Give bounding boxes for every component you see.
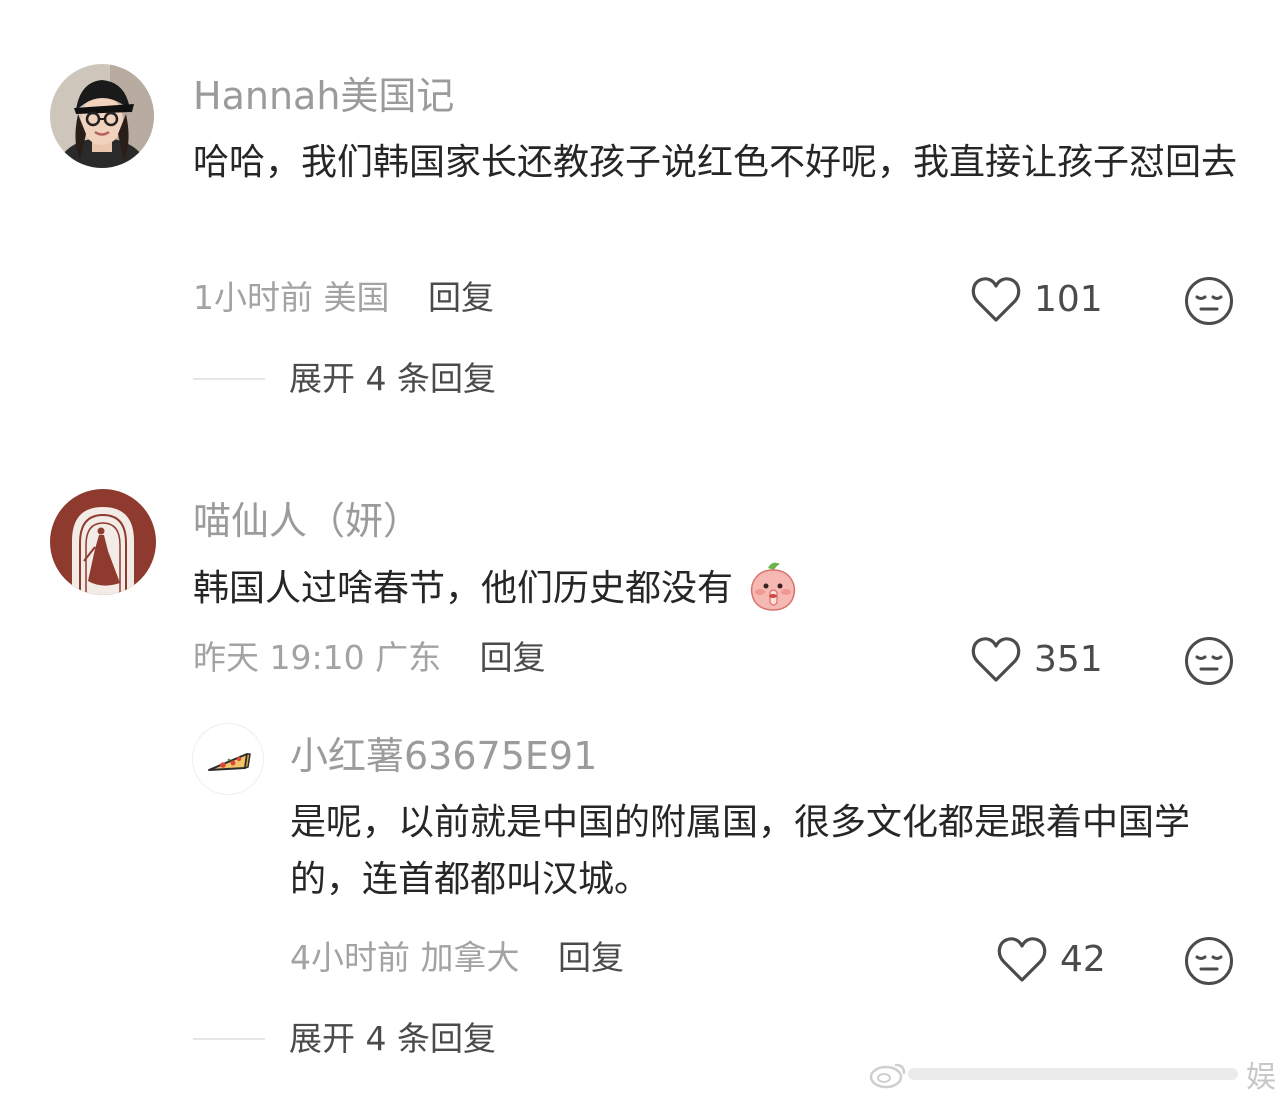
- like-count: 42: [1060, 939, 1106, 980]
- expand-replies-label: 展开 4 条回复: [289, 1019, 496, 1058]
- meh-face-icon: [1185, 937, 1233, 985]
- username[interactable]: 喵仙人（妍）: [193, 502, 421, 540]
- comment-location: 广东: [375, 638, 442, 677]
- comment-meta: 昨天 19:10 广东 回复: [193, 641, 546, 674]
- dislike-button[interactable]: [1184, 636, 1234, 690]
- like-count: 351: [1034, 639, 1103, 680]
- comment-location: 加拿大: [420, 938, 520, 977]
- expand-replies-label: 展开 4 条回复: [289, 359, 496, 398]
- avatar-hannah[interactable]: [50, 64, 154, 168]
- reply-button[interactable]: 回复: [480, 638, 546, 677]
- dislike-button[interactable]: [1184, 936, 1234, 990]
- weibo-logo-icon: [869, 1063, 906, 1089]
- watermark: 娱: [868, 1052, 1276, 1096]
- comment-time: 昨天 19:10: [193, 638, 365, 677]
- heart-outline-icon: [971, 277, 1021, 322]
- reply-button[interactable]: 回复: [428, 278, 494, 317]
- comment-meta: 1小时前 美国 回复: [193, 281, 494, 314]
- comment-time: 4小时前: [290, 938, 410, 977]
- like-button[interactable]: 351: [970, 636, 1103, 684]
- username[interactable]: 小红薯63675E91: [290, 737, 597, 775]
- comment-text: 是呢，以前就是中国的附属国，很多文化都是跟着中国学的，连首都都叫汉城。: [290, 802, 1191, 900]
- watermark-text: 娱: [1246, 1060, 1276, 1095]
- like-button[interactable]: 42: [996, 936, 1106, 984]
- comment-meta: 4小时前 加拿大 回复: [290, 941, 624, 974]
- comment-location: 美国: [323, 278, 390, 317]
- meh-face-icon: [1185, 637, 1233, 685]
- expand-replies-button[interactable]: 展开 4 条回复: [193, 362, 496, 395]
- heart-outline-icon: [997, 937, 1047, 982]
- comment-text-content: 韩国人过啥春节，他们历史都没有: [193, 568, 734, 609]
- expand-replies-button[interactable]: 展开 4 条回复: [193, 1022, 496, 1055]
- avatar-miaoxianren[interactable]: [50, 489, 156, 595]
- shush-peach-emoji-icon: [751, 562, 796, 611]
- divider: [193, 1037, 265, 1040]
- reply-button[interactable]: 回复: [558, 938, 624, 977]
- comment-text: 哈哈，我们韩国家长还教孩子说红色不好呢，我直接让孩子怼回去: [193, 142, 1238, 183]
- meh-face-icon: [1185, 277, 1233, 325]
- divider: [193, 377, 265, 380]
- like-button[interactable]: 101: [970, 276, 1103, 324]
- heart-outline-icon: [971, 637, 1021, 682]
- like-count: 101: [1034, 279, 1103, 320]
- comment-time: 1小时前: [193, 278, 313, 317]
- watermark-bar: [908, 1068, 1238, 1080]
- avatar-xiaohongshu-user[interactable]: [192, 723, 264, 795]
- username[interactable]: Hannah美国记: [193, 77, 454, 115]
- comment-text: 韩国人过啥春节，他们历史都没有: [193, 560, 1243, 617]
- dislike-button[interactable]: [1184, 276, 1234, 330]
